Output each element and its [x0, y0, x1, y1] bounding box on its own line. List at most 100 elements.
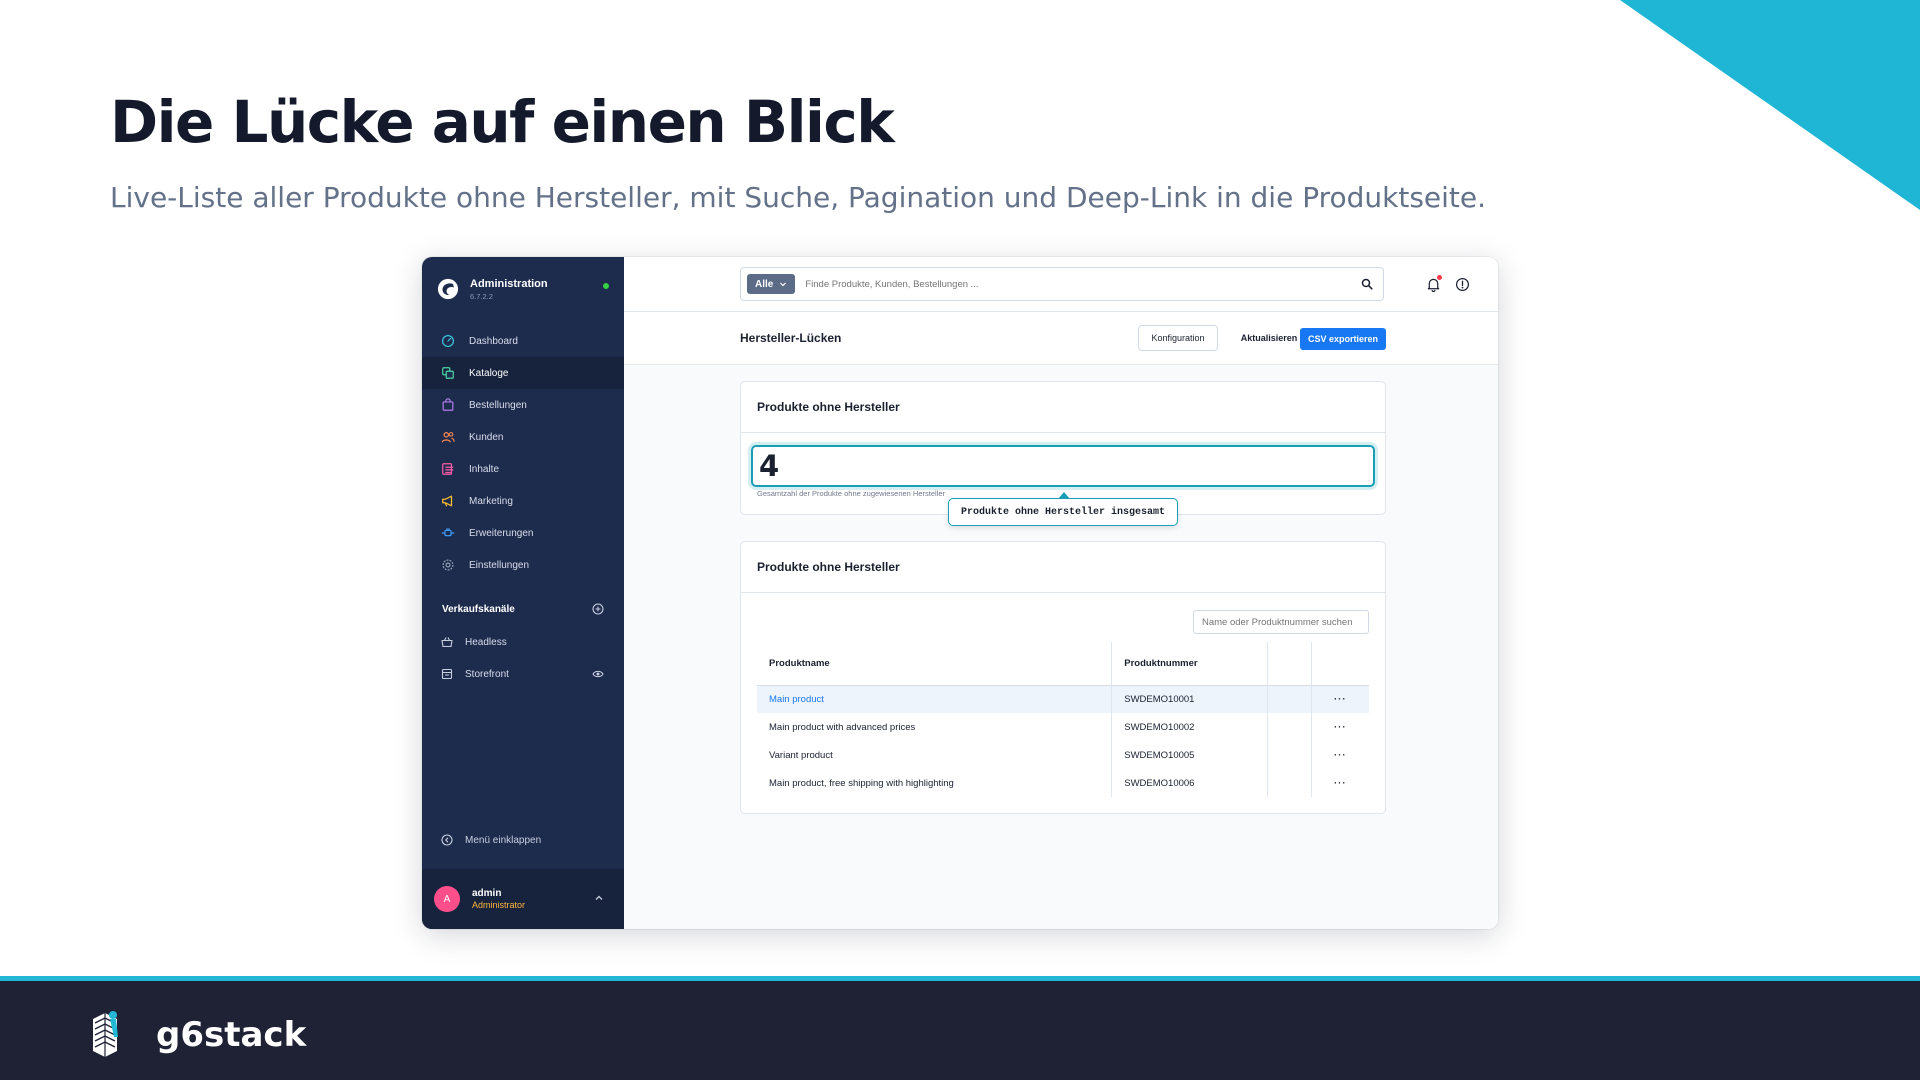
nav-item-einstellungen[interactable]: Einstellungen [422, 549, 624, 581]
spacer-cell [1266, 769, 1311, 797]
product-name-cell: Main product [757, 685, 1112, 713]
nav-item-label: Einstellungen [469, 559, 530, 571]
product-number-cell: SWDEMO10002 [1111, 713, 1267, 741]
page-header: Hersteller-Lücken Konfiguration Aktualis… [624, 312, 1498, 365]
refresh-button[interactable]: Aktualisieren [1228, 328, 1310, 348]
help-icon[interactable] [1455, 277, 1470, 292]
more-icon: ··· [1334, 693, 1347, 705]
row-actions-button[interactable]: ··· [1310, 685, 1369, 713]
product-search-input[interactable] [1193, 610, 1369, 634]
g6stack-logo-icon [93, 1011, 118, 1057]
gear-icon [442, 559, 454, 571]
nav-item-kunden[interactable]: Kunden [422, 421, 624, 453]
nav-item-label: Dashboard [469, 335, 518, 347]
catalog-icon [442, 367, 454, 379]
nav-item-dashboard[interactable]: Dashboard [422, 325, 624, 357]
search-type-select[interactable]: Alle [747, 274, 796, 294]
nav-item-label: Bestellungen [469, 399, 527, 411]
product-link[interactable]: Main product [769, 694, 824, 705]
nav-item-label: Kunden [469, 431, 504, 443]
kpi-value-box[interactable]: 4 [751, 445, 1375, 487]
slide-subtitle: Live-Liste aller Produkte ohne Herstelle… [110, 181, 1487, 214]
kpi-tooltip: Produkte ohne Hersteller insgesamt [948, 492, 1178, 526]
avatar: A [434, 886, 460, 912]
product-name-cell: Main product, free shipping with highlig… [769, 777, 954, 789]
nav-item-kataloge[interactable]: Kataloge [422, 357, 624, 389]
bag-icon [442, 398, 454, 411]
user-menu[interactable]: A admin Administrator [422, 869, 624, 929]
spacer-cell [1266, 741, 1311, 769]
status-dot [603, 283, 609, 289]
shopware-logo-icon [437, 278, 459, 300]
product-number-cell: SWDEMO10006 [1111, 769, 1267, 797]
more-icon: ··· [1334, 749, 1347, 761]
nav-item-bestellungen[interactable]: Bestellungen [422, 389, 624, 421]
search-type-label: Alle [755, 278, 774, 290]
spacer-cell [1266, 685, 1311, 713]
channel-label: Storefront [465, 668, 509, 680]
more-icon: ··· [1334, 721, 1347, 733]
spacer-cell [1266, 713, 1311, 741]
nav-item-inhalte[interactable]: Inhalte [422, 453, 624, 485]
nav-item-erweiterungen[interactable]: Erweiterungen [422, 517, 624, 549]
column-header-spacer [1266, 642, 1311, 686]
table-row: Main product, free shipping with highlig… [757, 769, 1369, 797]
app-window: Administration 6.7.2.2 Dashboard Katalog… [422, 257, 1498, 929]
user-role: Administrator [472, 900, 526, 910]
megaphone-icon [442, 495, 453, 507]
corner-decoration [1620, 0, 1920, 210]
kpi-card-title: Produkte ohne Hersteller [741, 382, 1385, 433]
search-icon[interactable] [1361, 278, 1373, 290]
eye-icon[interactable] [592, 668, 604, 680]
search-input[interactable] [805, 278, 1361, 290]
row-actions-button[interactable]: ··· [1310, 713, 1369, 741]
nav-item-label: Erweiterungen [469, 527, 534, 539]
brand: Administration 6.7.2.2 [437, 273, 609, 305]
sales-channels-title: Verkaufskanäle [442, 603, 515, 615]
column-header-name[interactable]: Produktname [757, 642, 1112, 686]
product-list-card: Produkte ohne Hersteller Produktname Pro… [740, 541, 1386, 814]
table-row: Variant product SWDEMO10005 ··· [757, 741, 1369, 769]
users-icon [441, 432, 455, 443]
plug-icon [441, 528, 455, 537]
global-search: Alle [740, 267, 1384, 301]
basket-icon [441, 637, 453, 648]
chevron-up-icon [595, 895, 603, 900]
sales-channels-header: Verkaufskanäle [442, 603, 604, 615]
add-channel-icon[interactable] [592, 603, 604, 615]
user-name: admin [472, 888, 502, 899]
channel-item-headless[interactable]: Headless [422, 626, 624, 658]
footer-brand: g6stack [156, 1015, 307, 1055]
notification-badge [1437, 275, 1442, 280]
brand-version: 6.7.2.2 [470, 291, 493, 301]
config-button[interactable]: Konfiguration [1138, 325, 1218, 351]
sales-channels-list: Headless Storefront [422, 626, 624, 690]
product-number-cell: SWDEMO10005 [1111, 741, 1267, 769]
collapse-icon [441, 834, 453, 846]
csv-export-button[interactable]: CSV exportieren [1300, 328, 1386, 350]
row-actions-button[interactable]: ··· [1310, 741, 1369, 769]
brand-name: Administration [470, 277, 548, 290]
collapse-menu-button[interactable]: Menü einklappen [441, 834, 541, 846]
nav-item-label: Inhalte [469, 463, 500, 475]
product-number-cell: SWDEMO10001 [1111, 685, 1267, 713]
content-area: Produkte ohne Hersteller 4 Gesamtzahl de… [624, 366, 1498, 929]
more-icon: ··· [1334, 777, 1347, 789]
row-actions-button[interactable]: ··· [1310, 769, 1369, 797]
kpi-caption: Gesamtzahl der Produkte ohne zugewiesene… [757, 489, 946, 498]
column-header-number[interactable]: Produktnummer [1111, 642, 1267, 686]
gauge-icon [441, 334, 455, 348]
product-name-cell: Main product with advanced prices [769, 721, 916, 733]
table-row: Main product SWDEMO10001 ··· [757, 685, 1369, 713]
table-header-row: Produktname Produktnummer [757, 642, 1369, 686]
topbar: Alle [624, 257, 1498, 312]
nav-item-label: Kataloge [469, 367, 509, 379]
sidebar: Administration 6.7.2.2 Dashboard Katalog… [422, 257, 624, 929]
product-table: Produktname Produktnummer Main product S… [757, 642, 1369, 797]
nav-item-marketing[interactable]: Marketing [422, 485, 624, 517]
product-name-cell: Variant product [769, 749, 833, 761]
main-area: Alle Hersteller-Lücken Konfiguration Akt… [624, 257, 1498, 929]
channel-item-storefront[interactable]: Storefront [422, 658, 624, 690]
channel-label: Headless [465, 636, 507, 648]
main-nav: Dashboard Kataloge Bestellungen Kunden I… [422, 325, 624, 581]
